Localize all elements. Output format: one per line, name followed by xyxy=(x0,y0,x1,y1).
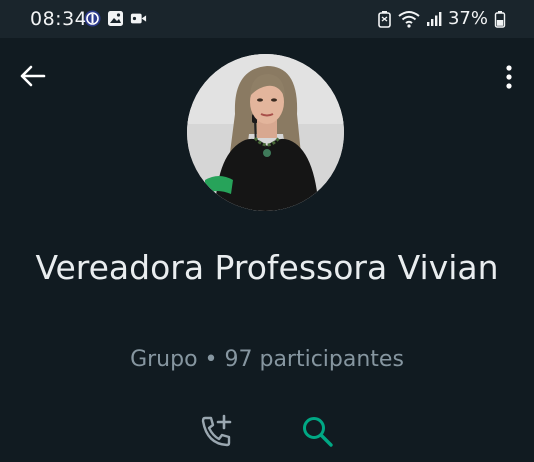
system-icons: 37% xyxy=(377,8,506,29)
battery-percent: 37% xyxy=(447,8,488,29)
battery-icon xyxy=(494,10,506,28)
notification-icons xyxy=(84,10,147,27)
status-bar: 08:34 37% xyxy=(0,0,534,38)
status-time: 08:34 xyxy=(30,8,88,30)
back-arrow-icon[interactable] xyxy=(18,64,46,88)
app-notification-icon xyxy=(84,10,101,27)
group-info: Grupo • 97 participantes xyxy=(130,347,404,372)
add-call-icon[interactable] xyxy=(199,414,233,448)
group-avatar[interactable] xyxy=(187,54,344,211)
signal-icon xyxy=(426,11,442,26)
group-name: Vereadora Professora Vivian xyxy=(35,248,499,287)
data-saver-icon xyxy=(378,10,391,28)
video-notification-icon xyxy=(130,13,147,24)
search-icon[interactable] xyxy=(300,414,334,448)
gallery-notification-icon xyxy=(108,11,123,26)
wifi-icon xyxy=(398,10,420,28)
more-options-icon[interactable] xyxy=(502,64,516,90)
